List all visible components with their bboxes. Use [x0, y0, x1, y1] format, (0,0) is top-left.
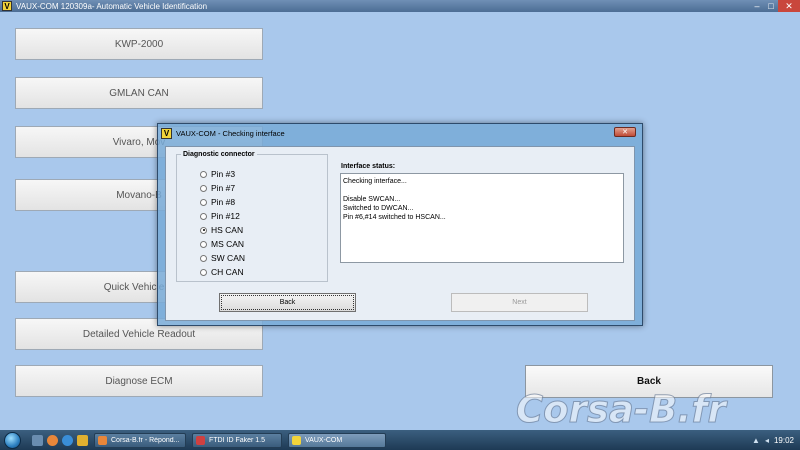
radio-label: Pin #12 [211, 211, 240, 221]
status-line: Disable SWCAN... [343, 196, 401, 203]
media-player-icon[interactable] [47, 434, 58, 446]
radio-button[interactable] [200, 240, 207, 248]
radio-pin-8[interactable]: Pin #8 [200, 197, 235, 207]
interface-status-log: Checking interface... Disable SWCAN... S… [340, 173, 624, 263]
clock[interactable]: 19:02 [774, 436, 794, 445]
volume-icon[interactable]: ◂ [765, 436, 769, 445]
radio-button[interactable] [200, 212, 207, 220]
radio-button[interactable] [200, 198, 207, 206]
taskbar-item-vaux-com[interactable]: VAUX-COM [288, 432, 386, 448]
task-label: Corsa-B.fr - Répond... [111, 436, 180, 444]
radio-button[interactable] [200, 184, 207, 192]
dialog-back-button[interactable]: Back [219, 293, 356, 312]
status-line [343, 186, 621, 195]
windows-logo-icon [3, 431, 21, 449]
radio-pin-7[interactable]: Pin #7 [200, 183, 235, 193]
radio-button[interactable] [200, 254, 207, 262]
app-logo-icon: V [2, 1, 12, 11]
radio-pin-12[interactable]: Pin #12 [200, 211, 240, 221]
interface-status-label: Interface status: [341, 163, 396, 170]
radio-button[interactable] [200, 268, 207, 276]
status-line: Pin #6,#14 switched to HSCAN... [343, 214, 446, 221]
radio-hs-can[interactable]: HS CAN [200, 225, 243, 235]
diagnostic-connector-group: Diagnostic connector [176, 151, 328, 282]
task-label: VAUX-COM [305, 436, 343, 444]
site-watermark: Corsa-B.fr [516, 388, 727, 432]
radio-sw-can[interactable]: SW CAN [200, 253, 245, 263]
status-line: Switched to DWCAN... [343, 205, 414, 212]
app-icon [196, 435, 205, 445]
system-tray: ▲ ◂ 19:02 [752, 430, 800, 450]
taskbar: Corsa-B.fr - Répond... FTDI ID Faker 1.5… [0, 430, 800, 450]
taskbar-item-ftdi-faker[interactable]: FTDI ID Faker 1.5 [192, 432, 282, 448]
dialog-close-button[interactable]: ✕ [614, 127, 636, 137]
checking-interface-dialog: V VAUX-COM - Checking interface ✕ Diagno… [157, 123, 643, 326]
vaux-com-icon [292, 435, 301, 445]
dialog-titlebar: V VAUX-COM - Checking interface [158, 124, 642, 142]
radio-button[interactable] [200, 170, 207, 178]
task-label: FTDI ID Faker 1.5 [209, 436, 266, 444]
radio-pin-3[interactable]: Pin #3 [200, 169, 235, 179]
dialog-next-button[interactable]: Next [451, 293, 588, 312]
dialog-title: VAUX-COM - Checking interface [176, 128, 285, 138]
network-icon[interactable]: ▲ [752, 436, 760, 445]
dialog-body: Diagnostic connector Pin #3 Pin #7 Pin #… [165, 146, 635, 321]
status-line: Checking interface... [343, 178, 407, 185]
gmlan-can-button[interactable]: GMLAN CAN [15, 77, 263, 109]
window-titlebar: V VAUX-COM 120309a- Automatic Vehicle Id… [0, 0, 800, 12]
maximize-button[interactable]: □ [764, 0, 778, 12]
diagnose-ecm-button[interactable]: Diagnose ECM [15, 365, 263, 397]
radio-ms-can[interactable]: MS CAN [200, 239, 244, 249]
explorer-icon[interactable] [77, 434, 88, 446]
browser-icon[interactable] [62, 434, 73, 446]
window-title: VAUX-COM 120309a- Automatic Vehicle Iden… [16, 1, 208, 11]
minimize-button[interactable]: – [750, 0, 764, 12]
radio-button-checked[interactable] [200, 226, 207, 234]
radio-label: SW CAN [211, 253, 245, 263]
radio-label: CH CAN [211, 267, 244, 277]
diagnostic-connector-legend: Diagnostic connector [183, 151, 255, 158]
taskbar-item-corsa-b[interactable]: Corsa-B.fr - Répond... [94, 432, 186, 448]
radio-label: Pin #8 [211, 197, 236, 207]
start-button[interactable] [0, 430, 24, 450]
radio-label: HS CAN [211, 225, 244, 235]
radio-label: MS CAN [211, 239, 245, 249]
firefox-icon [98, 435, 107, 445]
window-controls: – □ ✕ [750, 0, 800, 12]
radio-ch-can[interactable]: CH CAN [200, 267, 244, 277]
radio-label: Pin #3 [211, 169, 236, 179]
kwp2000-button[interactable]: KWP-2000 [15, 28, 263, 60]
show-desktop-icon[interactable] [32, 434, 43, 446]
radio-label: Pin #7 [211, 183, 236, 193]
close-button[interactable]: ✕ [778, 0, 800, 12]
dialog-logo-icon: V [161, 127, 172, 139]
